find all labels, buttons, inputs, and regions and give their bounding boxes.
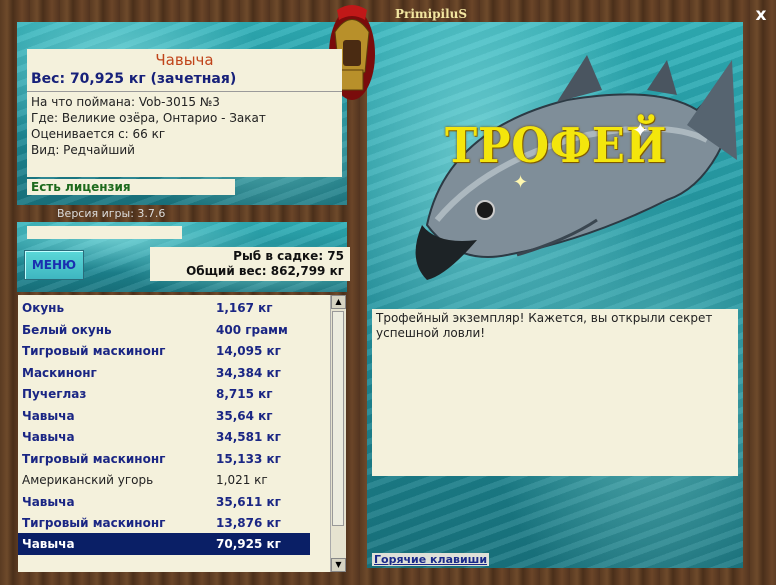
scroll-down-arrow-icon[interactable]: ▼: [331, 558, 346, 572]
list-item[interactable]: Чавыча 35,611 кг: [18, 491, 310, 513]
list-item-selected[interactable]: Чавыча 70,925 кг: [18, 533, 310, 555]
fish-weight: 400 грамм: [216, 323, 288, 337]
window-title: PrimipiluS: [395, 7, 468, 21]
fish-weight: 1,167 кг: [216, 301, 273, 315]
caught-fish-name: Чавыча: [155, 51, 214, 69]
caught-fish-weight: Вес: 70,925 кг (зачетная): [31, 71, 237, 87]
scroll-thumb[interactable]: [332, 311, 344, 526]
list-item[interactable]: Пучеглаз 8,715 кг: [18, 383, 310, 405]
fish-name: Чавыча: [22, 537, 75, 551]
fish-name: Окунь: [22, 301, 65, 315]
lure-info: На что поймана: Vob-3015 №3: [31, 95, 220, 109]
list-item[interactable]: Окунь 1,167 кг: [18, 297, 310, 319]
fish-weight: 14,095 кг: [216, 344, 281, 358]
menu-button[interactable]: МЕНЮ: [24, 250, 84, 280]
list-item[interactable]: Тигровый маскинонг 13,876 кг: [18, 512, 310, 534]
list-item[interactable]: Тигровый маскинонг 15,133 кг: [18, 448, 310, 470]
game-version: Версия игры: 3.7.6: [57, 207, 166, 220]
fish-weight: 15,133 кг: [216, 452, 281, 466]
total-weight: Общий вес: 862,799 кг: [186, 264, 344, 278]
fish-name: Тигровый маскинонг: [22, 344, 166, 358]
fish-name: Тигровый маскинонг: [22, 452, 166, 466]
list-item[interactable]: Чавыча 35,64 кг: [18, 405, 310, 427]
sparkle-icon: ✦: [513, 172, 529, 193]
fish-weight: 70,925 кг: [216, 537, 281, 551]
blank-field: [27, 226, 182, 239]
fish-weight: 35,64 кг: [216, 409, 273, 423]
fish-name: Белый окунь: [22, 323, 112, 337]
list-item[interactable]: Тигровый маскинонг 14,095 кг: [18, 340, 310, 362]
sparkle-icon: ✦: [632, 118, 649, 142]
fish-weight: 1,021 кг: [216, 473, 268, 487]
fish-list[interactable]: Окунь 1,167 кг Белый окунь 400 грамм Тигро…: [18, 295, 346, 572]
list-scrollbar[interactable]: ▲ ▼: [330, 295, 346, 572]
fish-name: Чавыча: [22, 495, 75, 509]
trophy-message: Трофейный экземпляр! Кажется, вы открыли…: [372, 309, 738, 476]
fish-weight: 13,876 кг: [216, 516, 281, 530]
scroll-up-arrow-icon[interactable]: ▲: [331, 295, 346, 309]
net-stats: Рыб в садке: 75 Общий вес: 862,799 кг: [150, 247, 350, 281]
list-item[interactable]: Чавыча 34,581 кг: [18, 426, 310, 448]
list-item[interactable]: Белый окунь 400 грамм: [18, 319, 310, 341]
evaluation-info: Оценивается с: 66 кг: [31, 127, 166, 141]
fish-weight: 35,611 кг: [216, 495, 281, 509]
fish-weight: 34,384 кг: [216, 366, 281, 380]
fish-name: Пучеглаз: [22, 387, 87, 401]
rarity-info: Вид: Редчайший: [31, 143, 135, 157]
fish-name: Американский угорь: [22, 473, 154, 487]
catch-info-card: Чавыча Вес: 70,925 кг (зачетная) На что …: [27, 49, 342, 177]
fish-weight: 8,715 кг: [216, 387, 273, 401]
list-item[interactable]: Американский угорь 1,021 кг: [18, 469, 310, 491]
fish-name: Чавыча: [22, 409, 75, 423]
fish-name: Тигровый маскинонг: [22, 516, 166, 530]
divider: [27, 91, 342, 92]
hotkeys-link[interactable]: Горячие клавиши: [372, 553, 490, 566]
fish-name: Маскинонг: [22, 366, 97, 380]
license-status: Есть лицензия: [27, 179, 235, 195]
list-item[interactable]: Маскинонг 34,384 кг: [18, 362, 310, 384]
fish-count: Рыб в садке: 75: [233, 249, 344, 263]
fish-weight: 34,581 кг: [216, 430, 281, 444]
close-icon[interactable]: x: [752, 6, 770, 24]
fish-name: Чавыча: [22, 430, 75, 444]
location-info: Где: Великие озёра, Онтарио - Закат: [31, 111, 266, 125]
